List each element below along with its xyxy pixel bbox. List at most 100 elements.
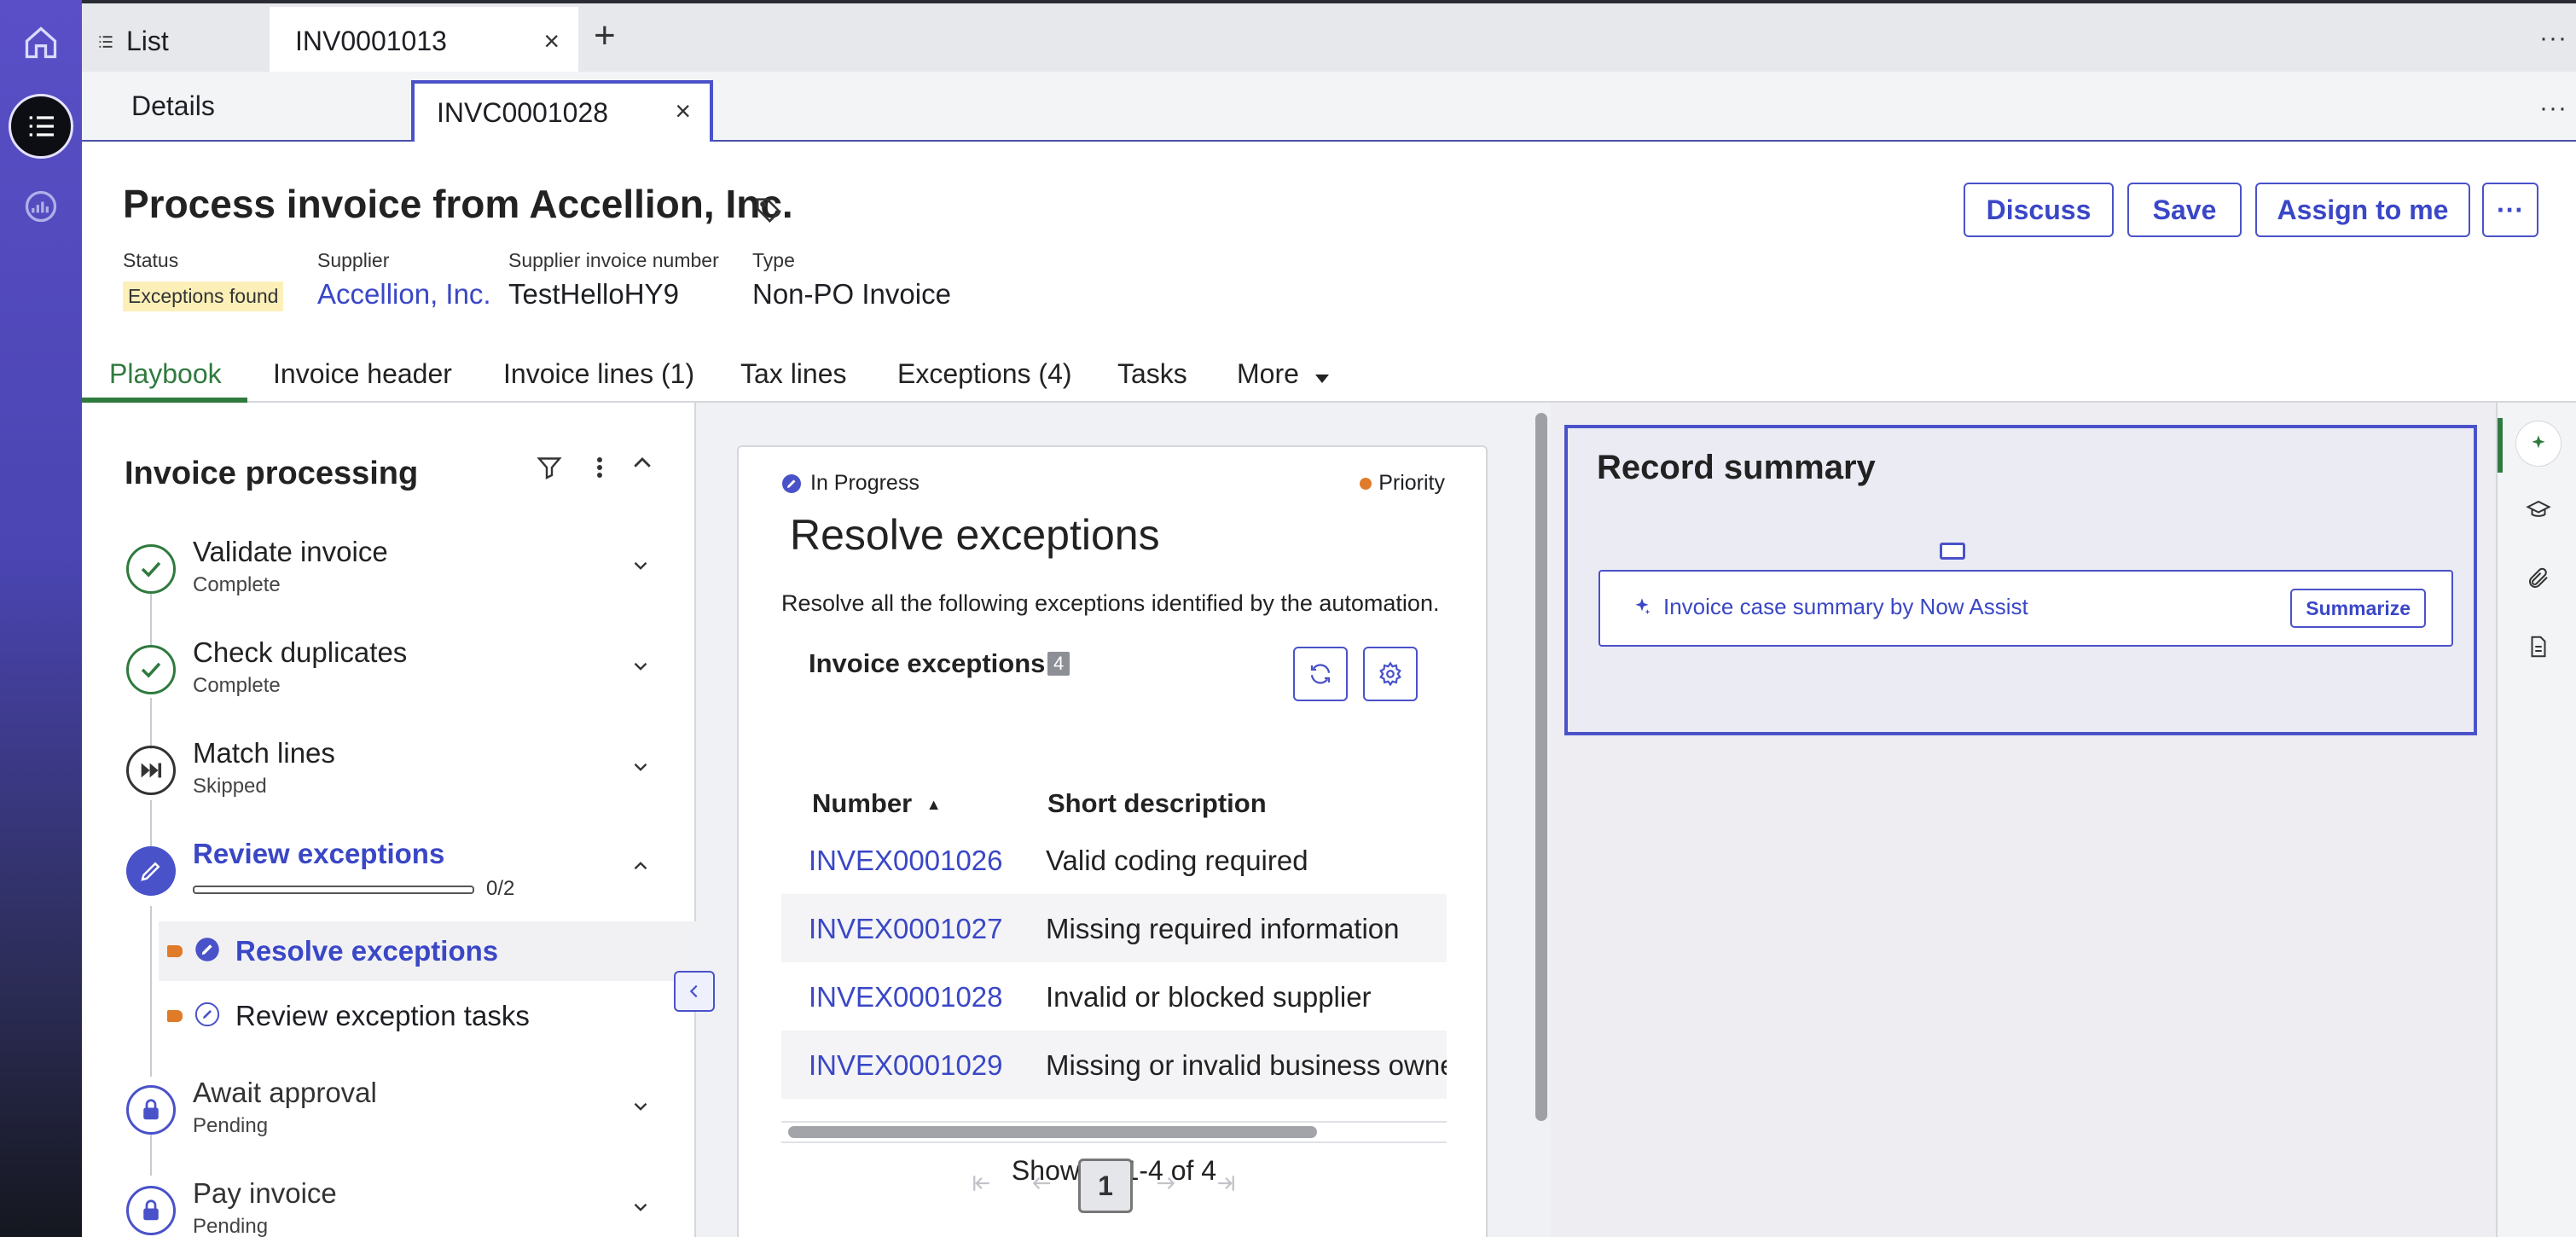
chevron-up-icon[interactable] bbox=[629, 450, 655, 480]
collapse-panel-button[interactable] bbox=[674, 971, 715, 1012]
activity-state-label: In Progress bbox=[810, 471, 920, 495]
pencil-icon bbox=[194, 937, 220, 967]
chevron-up-icon[interactable] bbox=[629, 855, 652, 881]
kebab-menu-icon[interactable] bbox=[594, 452, 606, 491]
sparkle-icon bbox=[1631, 595, 1653, 622]
column-header-number[interactable]: Number ▲ bbox=[812, 788, 942, 819]
sub-tab-bar: Details INVC0001028 × ··· bbox=[82, 72, 2576, 142]
last-page-icon[interactable] bbox=[1213, 1170, 1239, 1204]
exception-number-link[interactable]: INVEX0001028 bbox=[809, 981, 1003, 1013]
complete-check-icon bbox=[126, 544, 176, 594]
refresh-button[interactable] bbox=[1293, 647, 1348, 701]
step-name[interactable]: Validate invoice bbox=[193, 536, 388, 568]
invoice-number-value: TestHelloHY9 bbox=[508, 278, 679, 310]
vertical-scrollbar[interactable] bbox=[1532, 403, 1551, 1237]
tab-tasks[interactable]: Tasks bbox=[1117, 358, 1187, 390]
step-name[interactable]: Review exceptions bbox=[193, 838, 444, 870]
invoice-number-label: Supplier invoice number bbox=[508, 249, 719, 271]
exception-number-link[interactable]: INVEX0001026 bbox=[809, 845, 1003, 877]
close-icon[interactable]: × bbox=[543, 26, 560, 57]
exception-number-link[interactable]: INVEX0001029 bbox=[809, 1049, 1003, 1082]
exceptions-table: INVEX0001026 Valid coding required INVEX… bbox=[781, 826, 1447, 1150]
subtab-case[interactable]: INVC0001028 × bbox=[411, 80, 713, 142]
summary-placeholder-icon bbox=[1940, 543, 1965, 560]
exceptions-count-badge: 4 bbox=[1047, 652, 1070, 676]
chevron-down-icon[interactable] bbox=[629, 555, 652, 581]
document-icon[interactable] bbox=[2516, 624, 2561, 669]
horizontal-scrollbar[interactable] bbox=[781, 1121, 1447, 1143]
tab-exceptions[interactable]: Exceptions (4) bbox=[897, 358, 1072, 390]
table-row: INVEX0001029 Missing or invalid business… bbox=[781, 1031, 1447, 1099]
subtask-review-exception-tasks[interactable]: Review exception tasks bbox=[159, 986, 696, 1046]
step-name[interactable]: Check duplicates bbox=[193, 636, 407, 669]
status-label: Status bbox=[123, 249, 179, 271]
current-page-button[interactable]: 1 bbox=[1078, 1159, 1133, 1213]
activity-title: Resolve exceptions bbox=[790, 511, 1160, 559]
filter-icon[interactable] bbox=[534, 452, 565, 487]
skip-forward-icon bbox=[126, 746, 176, 795]
exception-number-link[interactable]: INVEX0001027 bbox=[809, 913, 1003, 945]
subtab-details[interactable]: Details bbox=[131, 90, 215, 122]
chevron-down-icon[interactable] bbox=[629, 1095, 652, 1122]
priority-tag-icon bbox=[167, 1010, 183, 1022]
save-button[interactable]: Save bbox=[2127, 183, 2242, 237]
step-connector bbox=[150, 698, 152, 749]
tab-list-label: List bbox=[126, 25, 169, 56]
tab-more[interactable]: More bbox=[1237, 358, 1331, 392]
previous-page-icon[interactable] bbox=[1029, 1170, 1054, 1204]
step-name[interactable]: Pay invoice bbox=[193, 1177, 337, 1210]
add-tab-button[interactable]: + bbox=[594, 17, 616, 55]
in-progress-icon bbox=[781, 473, 802, 494]
tab-playbook[interactable]: Playbook bbox=[109, 358, 222, 390]
scrollbar-thumb[interactable] bbox=[1535, 413, 1547, 1121]
column-header-short-description[interactable]: Short description bbox=[1047, 788, 1267, 819]
step-name[interactable]: Await approval bbox=[193, 1077, 377, 1109]
supplier-label: Supplier bbox=[317, 249, 390, 271]
first-page-icon[interactable] bbox=[969, 1170, 995, 1204]
sort-ascending-icon: ▲ bbox=[925, 796, 942, 814]
discuss-button[interactable]: Discuss bbox=[1964, 183, 2114, 237]
assign-to-me-button[interactable]: Assign to me bbox=[2255, 183, 2470, 237]
chevron-down-icon[interactable] bbox=[629, 655, 652, 682]
complete-check-icon bbox=[126, 645, 176, 694]
tab-invoice-lines[interactable]: Invoice lines (1) bbox=[503, 358, 694, 390]
subtask-resolve-exceptions[interactable]: Resolve exceptions bbox=[159, 921, 696, 981]
tab-record-label: INV0001013 bbox=[295, 25, 447, 56]
close-icon[interactable]: × bbox=[675, 96, 691, 127]
step-connector bbox=[150, 906, 152, 1077]
chevron-down-icon[interactable] bbox=[629, 756, 652, 782]
active-sidebar-indicator bbox=[2498, 418, 2503, 473]
table-row: INVEX0001027 Missing required informatio… bbox=[781, 894, 1447, 962]
tab-record[interactable]: INV0001013 × bbox=[270, 7, 578, 75]
list-menu-button[interactable] bbox=[0, 92, 82, 160]
tab-invoice-header[interactable]: Invoice header bbox=[273, 358, 452, 390]
scrollbar-thumb[interactable] bbox=[788, 1126, 1317, 1138]
paperclip-icon[interactable] bbox=[2516, 556, 2561, 601]
chevron-down-icon[interactable] bbox=[629, 1196, 652, 1222]
analytics-icon[interactable] bbox=[0, 179, 82, 234]
record-summary-panel: Record summary Invoice case summary by N… bbox=[1551, 403, 2496, 1237]
more-options-icon[interactable]: ··· bbox=[2539, 24, 2567, 53]
graduation-cap-icon[interactable] bbox=[2516, 488, 2561, 532]
supplier-link[interactable]: Accellion, Inc. bbox=[317, 278, 491, 311]
exception-description: Missing required information bbox=[1046, 913, 1400, 944]
summarize-button[interactable]: Summarize bbox=[2290, 589, 2426, 628]
step-name[interactable]: Match lines bbox=[193, 737, 335, 769]
step-status: Complete bbox=[193, 674, 281, 697]
home-icon[interactable] bbox=[0, 15, 82, 70]
activity-card: In Progress Priority Resolve exceptions … bbox=[737, 445, 1488, 1237]
type-value: Non-PO Invoice bbox=[752, 278, 951, 310]
tab-more-label: More bbox=[1237, 358, 1299, 389]
caret-down-icon bbox=[1314, 360, 1331, 392]
more-options-icon[interactable]: ··· bbox=[2539, 94, 2567, 123]
now-assist-icon[interactable] bbox=[2516, 421, 2561, 466]
next-page-icon[interactable] bbox=[1153, 1170, 1179, 1204]
exception-description: Valid coding required bbox=[1046, 845, 1308, 876]
tab-list[interactable]: List bbox=[82, 7, 270, 75]
type-label: Type bbox=[752, 249, 795, 271]
header-more-button[interactable]: ··· bbox=[2482, 183, 2538, 237]
step-connector bbox=[150, 594, 152, 645]
tab-tax-lines[interactable]: Tax lines bbox=[740, 358, 847, 390]
tag-icon[interactable] bbox=[754, 195, 783, 228]
settings-gear-button[interactable] bbox=[1363, 647, 1418, 701]
